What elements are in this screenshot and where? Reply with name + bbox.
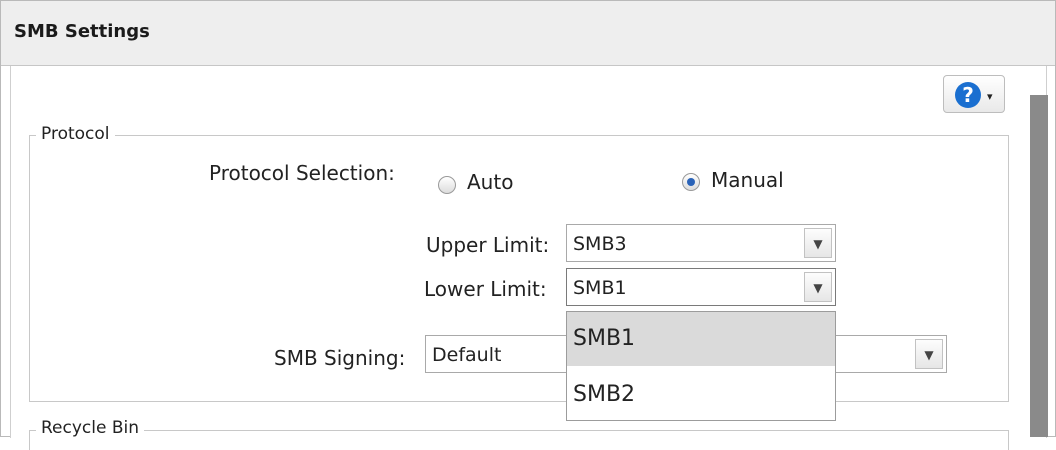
- protocol-legend: Protocol: [36, 124, 115, 144]
- question-icon: ?: [955, 82, 981, 108]
- manual-radio[interactable]: [682, 173, 700, 191]
- chevron-down-icon[interactable]: ▼: [915, 339, 943, 369]
- chevron-down-icon[interactable]: ▼: [804, 272, 832, 302]
- lower-limit-value: SMB1: [573, 277, 627, 299]
- titlebar: SMB Settings: [1, 1, 1055, 66]
- dropdown-option-smb1[interactable]: SMB1: [567, 312, 835, 366]
- help-button[interactable]: ? ▾: [943, 75, 1005, 113]
- window-title: SMB Settings: [14, 21, 150, 42]
- chevron-down-icon[interactable]: ▼: [804, 228, 832, 258]
- recycle-bin-legend: Recycle Bin: [36, 418, 145, 438]
- protocol-selection-label: Protocol Selection:: [209, 161, 395, 185]
- upper-limit-select[interactable]: SMB3 ▼: [566, 224, 836, 262]
- smb-signing-label: SMB Signing:: [274, 346, 406, 370]
- chevron-down-icon: ▾: [987, 90, 993, 103]
- upper-limit-value: SMB3: [573, 233, 627, 255]
- manual-radio-label[interactable]: Manual: [711, 168, 784, 192]
- auto-radio[interactable]: [438, 176, 456, 194]
- lower-limit-label: Lower Limit:: [424, 277, 547, 301]
- smb-signing-value: Default: [432, 344, 502, 366]
- vertical-scrollbar[interactable]: [1030, 95, 1048, 437]
- dropdown-option-smb2[interactable]: SMB2: [567, 368, 835, 422]
- auto-radio-label[interactable]: Auto: [467, 170, 513, 194]
- lower-limit-dropdown: SMB1 SMB2: [566, 311, 836, 421]
- recycle-bin-fieldset: [29, 430, 1009, 450]
- upper-limit-label: Upper Limit:: [426, 233, 550, 257]
- lower-limit-select[interactable]: SMB1 ▼: [566, 268, 836, 306]
